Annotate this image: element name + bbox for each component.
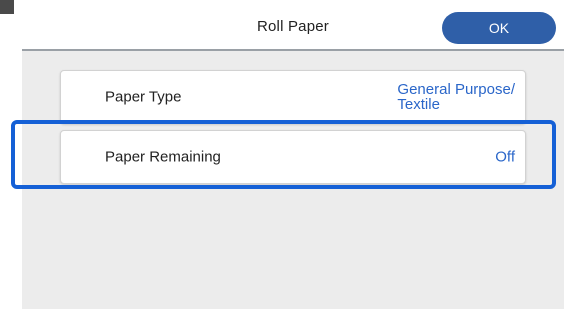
paper-type-row[interactable]: Paper Type General Purpose/ Textile xyxy=(60,70,526,124)
ok-button[interactable]: OK xyxy=(442,12,556,44)
header-bar: Roll Paper OK xyxy=(22,0,564,48)
paper-type-value-line2: Textile xyxy=(397,96,440,113)
corner-marker xyxy=(0,0,14,14)
selection-highlight xyxy=(11,120,556,189)
paper-type-value: General Purpose/ Textile xyxy=(397,82,515,112)
paper-type-label: Paper Type xyxy=(105,88,182,106)
